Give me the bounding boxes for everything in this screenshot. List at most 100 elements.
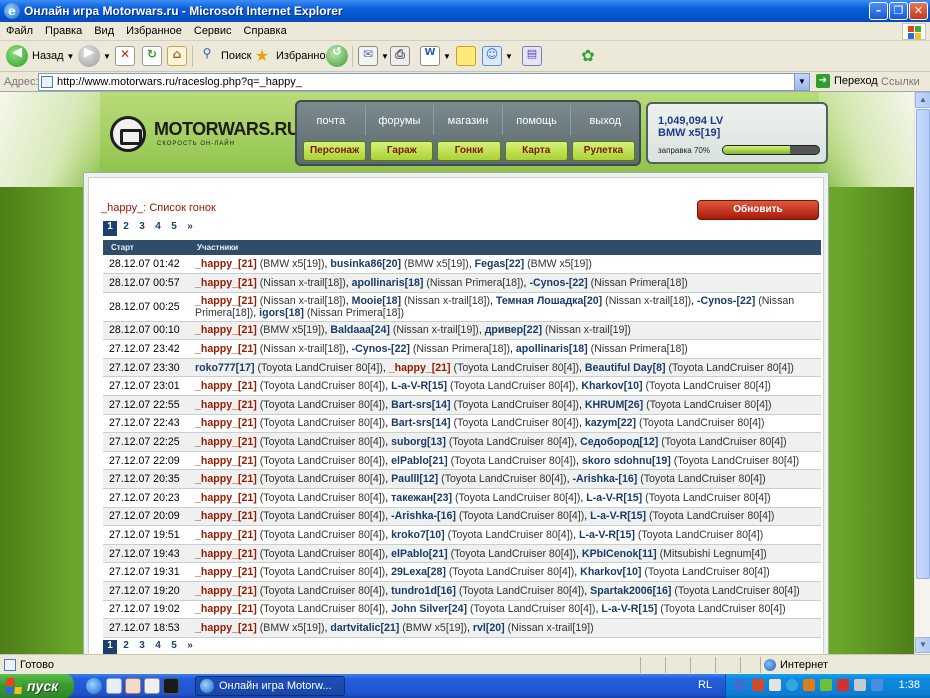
messenger-button[interactable]: ☺ ▼ (482, 44, 513, 68)
player-link[interactable]: KHRUM[26] (585, 399, 643, 411)
language-indicator[interactable]: RL (698, 679, 712, 691)
ie-quicklaunch-icon[interactable] (86, 678, 102, 694)
player-link[interactable]: Kharkov[10] (580, 566, 641, 578)
player-link[interactable]: _happy_[21] (195, 510, 257, 522)
menu-edit[interactable]: Правка (39, 22, 88, 37)
nav-shop[interactable]: магазин (434, 105, 503, 135)
history-button[interactable]: ↺ (326, 44, 348, 68)
player-link[interactable]: -Arishka-[16] (391, 510, 456, 522)
player-link[interactable]: skoro sdohnu[19] (582, 455, 671, 467)
refresh-page-button[interactable]: Обновить (697, 200, 819, 220)
player-link[interactable]: roko777[17] (195, 362, 254, 374)
player-link[interactable]: kroko7[10] (391, 529, 445, 541)
player-link[interactable]: -Cynos-[22] (529, 277, 587, 289)
vertical-scrollbar[interactable]: ▲ ▼ (914, 92, 930, 654)
player-link[interactable]: _happy_[21] (195, 399, 257, 411)
player-link[interactable]: _happy_[21] (195, 417, 257, 429)
chevron-down-icon[interactable]: ▼ (103, 52, 111, 61)
player-link[interactable]: elPablo[21] (391, 548, 448, 560)
close-button[interactable]: ✕ (909, 2, 928, 20)
player-link[interactable]: L-a-V-R[15] (579, 529, 635, 541)
player-link[interactable]: Bart-srs[14] (391, 417, 450, 429)
player-link[interactable]: apollinaris[18] (516, 343, 588, 355)
menu-favorites[interactable]: Избранное (120, 22, 188, 37)
favorites-button[interactable]: ★ Избранное (252, 44, 332, 68)
menu-view[interactable]: Вид (88, 22, 120, 37)
player-link[interactable]: suborg[13] (391, 436, 446, 448)
player-link[interactable]: kazym[22] (585, 417, 636, 429)
player-link[interactable]: _happy_[21] (195, 473, 257, 485)
player-link[interactable]: L-a-V-R[15] (586, 492, 642, 504)
scroll-thumb[interactable] (916, 109, 930, 579)
map-button[interactable]: Карта (504, 141, 568, 161)
player-link[interactable]: elPablo[21] (391, 455, 448, 467)
player-link[interactable]: _happy_[21] (195, 548, 257, 560)
nav-forums[interactable]: форумы (366, 105, 435, 135)
player-link[interactable]: L-a-V-R[15] (601, 603, 657, 615)
player-link[interactable]: Fegas[22] (475, 258, 524, 270)
menu-tools[interactable]: Сервис (188, 22, 238, 37)
player-link[interactable]: L-a-V-R[15] (590, 510, 646, 522)
print-button[interactable]: ⎙ (390, 44, 410, 68)
player-link[interactable]: rvl[20] (473, 622, 505, 634)
races-button[interactable]: Гонки (437, 141, 501, 161)
player-link[interactable]: _happy_[21] (195, 585, 257, 597)
mail-button[interactable]: ✉ ▼ (358, 44, 389, 68)
player-link[interactable]: Paulll[12] (391, 473, 438, 485)
player-link[interactable]: Седобород[12] (580, 436, 658, 448)
tray-skype-icon[interactable] (786, 679, 798, 691)
chevron-down-icon[interactable]: ▼ (67, 52, 75, 61)
nav-exit[interactable]: выход (571, 105, 639, 135)
tray-update-icon[interactable] (820, 679, 832, 691)
pagination-next[interactable]: » (183, 221, 197, 236)
desktop-icon[interactable] (106, 678, 122, 694)
start-button[interactable]: пуск (0, 674, 74, 698)
garage-button[interactable]: Гараж (370, 141, 434, 161)
player-link[interactable]: -Cynos-[22] (352, 343, 410, 355)
player-link[interactable]: 29Lexa[28] (391, 566, 446, 578)
scroll-down-arrow-icon[interactable]: ▼ (915, 637, 930, 653)
player-link[interactable]: _happy_[21] (195, 566, 257, 578)
pagination-page[interactable]: 3 (135, 640, 149, 654)
tray-device-icon[interactable] (769, 679, 781, 691)
media-icon[interactable] (125, 678, 141, 694)
player-link[interactable]: tundro1d[16] (391, 585, 456, 597)
pagination-page[interactable]: 5 (167, 221, 181, 236)
player-link[interactable]: _happy_[21] (195, 436, 257, 448)
player-link[interactable]: _happy_[21] (195, 258, 257, 270)
console-icon[interactable] (163, 678, 179, 694)
tray-shield-icon[interactable] (752, 679, 764, 691)
go-button[interactable]: ➜ Переход (816, 74, 878, 88)
player-link[interactable]: igors[18] (259, 307, 304, 319)
chevron-down-icon[interactable]: ▼ (381, 52, 389, 61)
player-link[interactable]: _happy_[21] (195, 622, 257, 634)
home-button[interactable]: ⌂ (167, 44, 187, 68)
forward-button[interactable]: ▶ ▼ (78, 44, 111, 68)
player-link[interactable]: _happy_[21] (195, 492, 257, 504)
player-link[interactable]: Spartak2006[16] (590, 585, 671, 597)
player-link[interactable]: Beautiful Day[8] (585, 362, 666, 374)
back-button[interactable]: ◀ Назад ▼ (6, 44, 74, 68)
character-button[interactable]: Персонаж (303, 141, 367, 161)
taskbar-item-ie[interactable]: Онлайн игра Motorw... (195, 676, 345, 696)
tray-network-icon[interactable] (734, 679, 746, 691)
site-logo[interactable]: MOTORWARS.RU СКОРОСТЬ ОН-ЛАЙН (110, 114, 300, 154)
player-link[interactable]: -Cynos-[22] (697, 295, 755, 307)
pagination-page[interactable]: 2 (119, 221, 133, 236)
player-link[interactable]: John Silver[24] (391, 603, 467, 615)
player-link[interactable]: Baldaaa[24] (330, 324, 389, 336)
player-link[interactable]: _happy_[21] (195, 455, 257, 467)
pagination-next[interactable]: » (183, 640, 197, 654)
roulette-button[interactable]: Рулетка (571, 141, 636, 161)
player-link[interactable]: _happy_[21] (389, 362, 451, 374)
explorer-icon[interactable] (144, 678, 160, 694)
player-link[interactable]: дривер[22] (485, 324, 542, 336)
tray-app-icon[interactable] (803, 679, 815, 691)
player-link[interactable]: Mooie[18] (352, 295, 401, 307)
player-link[interactable]: _happy_[21] (195, 529, 257, 541)
player-link[interactable]: такежан[23] (391, 492, 452, 504)
player-link[interactable]: apollinaris[18] (352, 277, 424, 289)
chevron-down-icon[interactable]: ▼ (443, 52, 451, 61)
chevron-down-icon[interactable]: ▼ (505, 52, 513, 61)
search-button[interactable]: ⚲ Поиск (197, 44, 252, 68)
